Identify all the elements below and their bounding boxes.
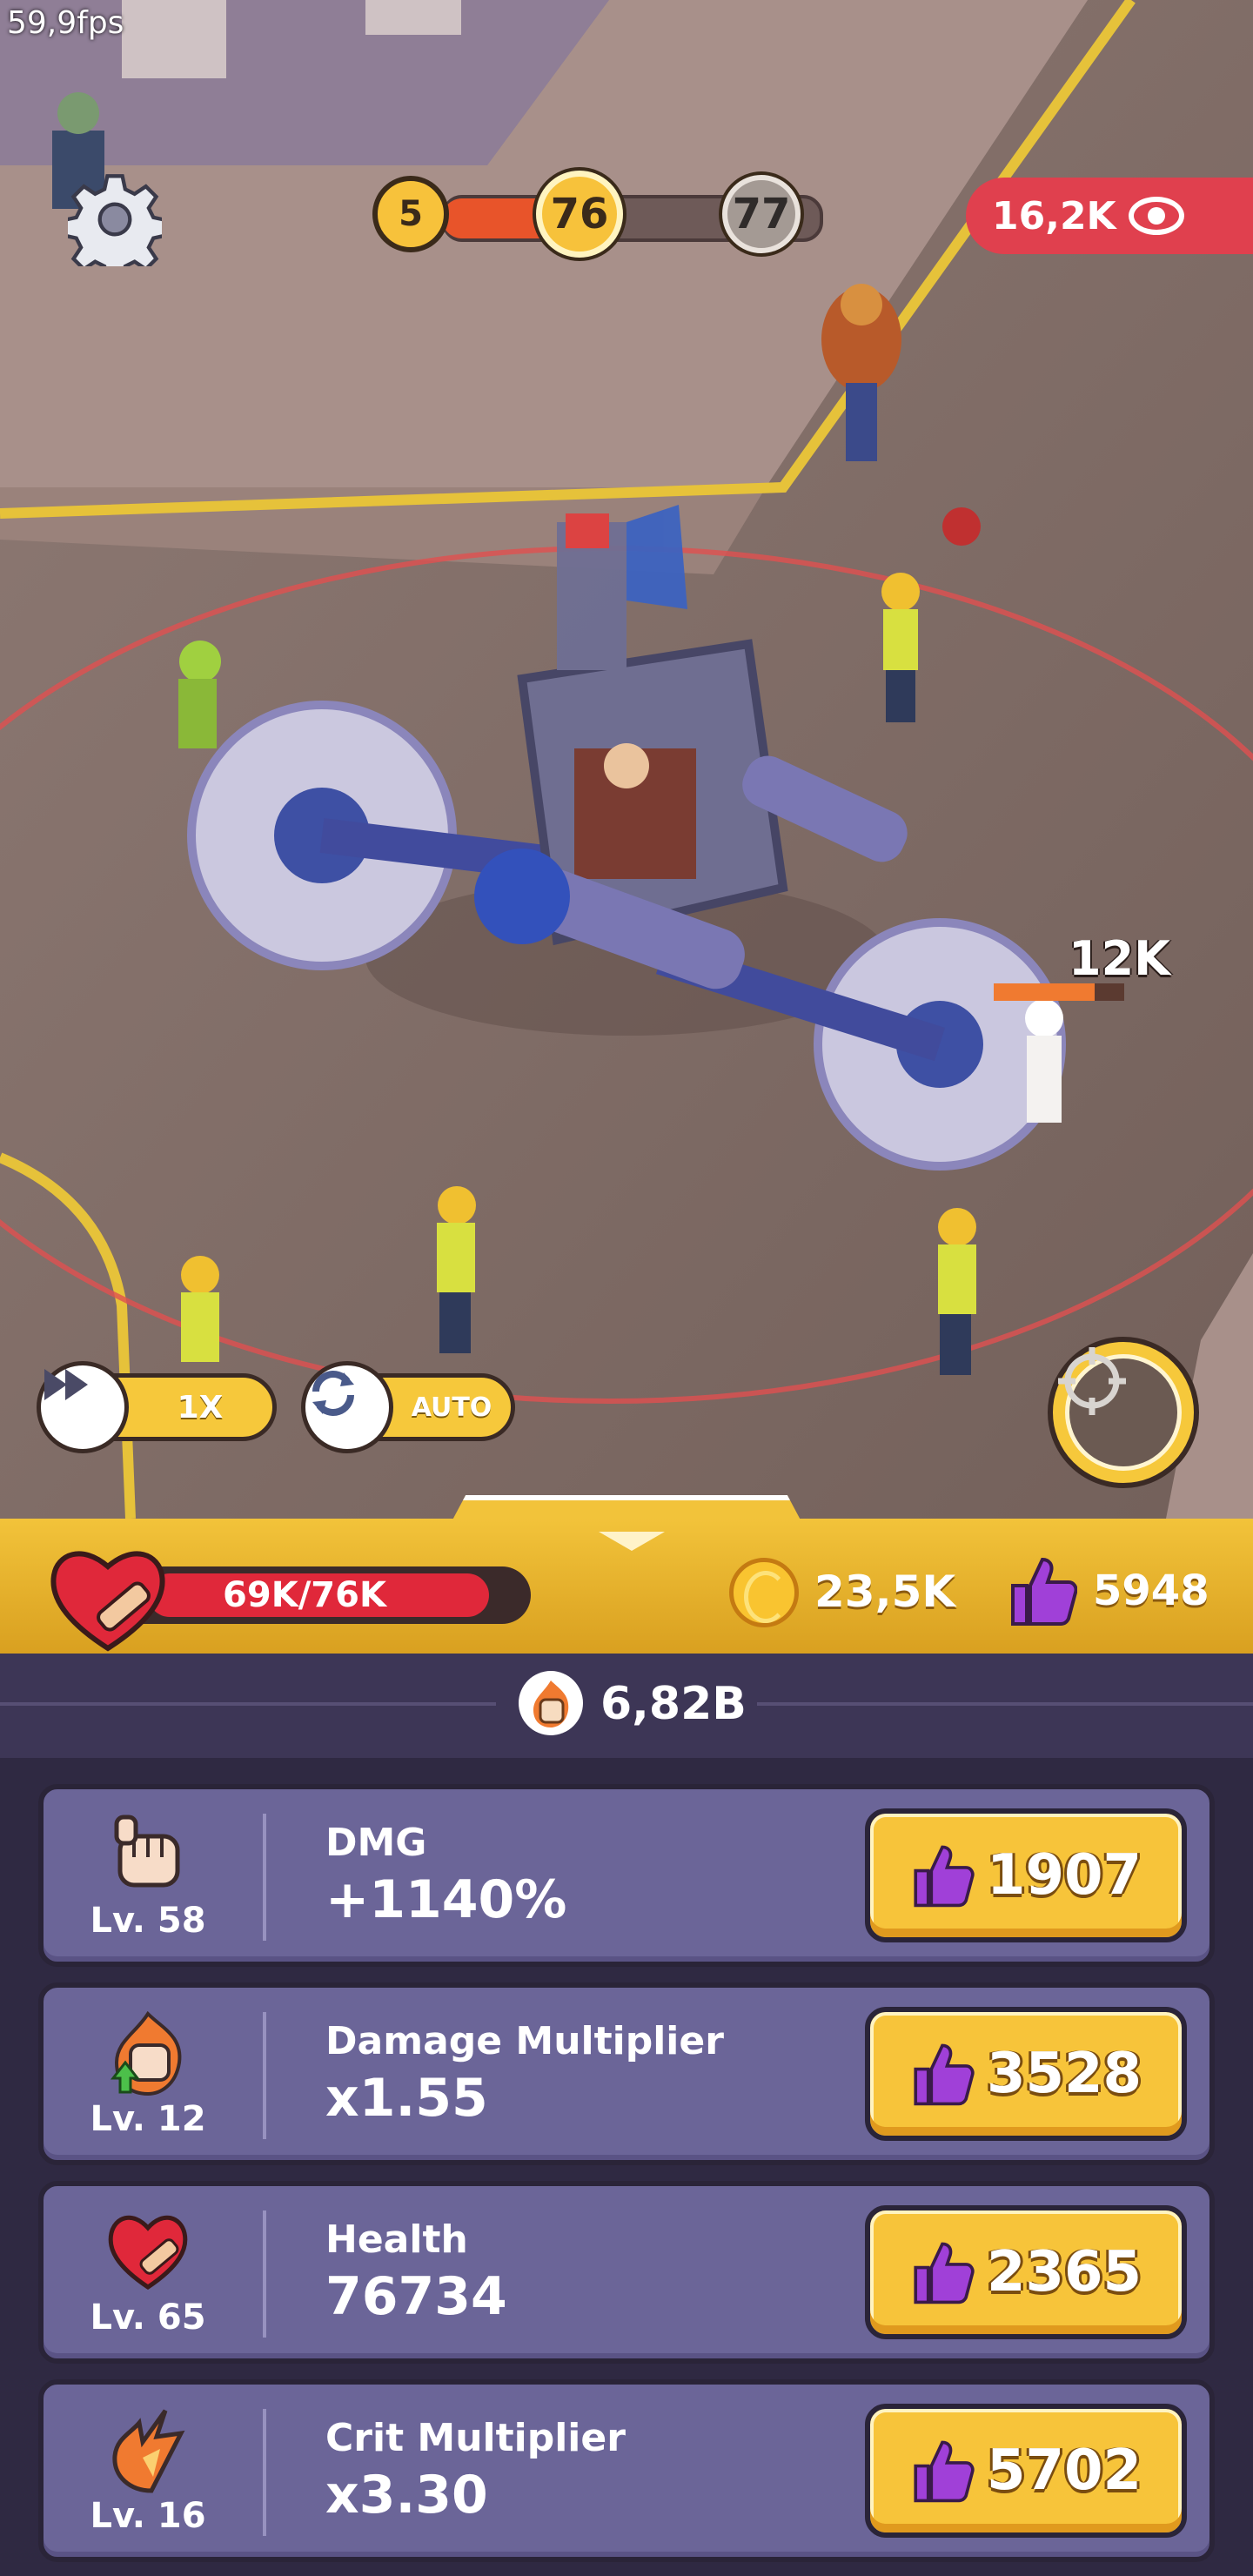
upgrade-damage-multiplier-buy-button[interactable]: 3528 bbox=[865, 2007, 1187, 2141]
refresh-icon bbox=[301, 1361, 393, 1453]
upgrade-value: x3.30 bbox=[325, 2465, 488, 2526]
upgrade-card-dmg: Lv. 58 DMG +1140% 1907 bbox=[38, 1784, 1215, 1967]
upgrade-card-health: Lv. 65 Health 76734 2365 bbox=[38, 2181, 1215, 2364]
viewers-value: 16,2K bbox=[992, 193, 1116, 238]
upgrade-dmg-buy-button[interactable]: 1907 bbox=[865, 1808, 1187, 1942]
fist-fire-icon bbox=[519, 1671, 583, 1735]
upgrade-card-damage-multiplier: Lv. 12 Damage Multiplier x1.55 3528 bbox=[38, 1982, 1215, 2165]
divider bbox=[263, 1814, 266, 1941]
upgrade-health-buy-button[interactable]: 2365 bbox=[865, 2205, 1187, 2339]
upgrade-list: Lv. 58 DMG +1140% 1907 Lv. 12 Damage Mul… bbox=[0, 1758, 1253, 2576]
level-progress: 5 76 77 bbox=[372, 171, 851, 265]
fast-forward-icon bbox=[37, 1361, 129, 1453]
settings-button[interactable] bbox=[68, 172, 162, 266]
enemy-health-fill bbox=[994, 983, 1095, 1001]
speed-toggle[interactable]: 1X bbox=[37, 1361, 277, 1453]
upgrade-level: Lv. 12 bbox=[90, 2099, 206, 2139]
upgrade-name: DMG bbox=[325, 1821, 427, 1865]
upgrade-level: Lv. 58 bbox=[90, 1901, 206, 1941]
thumbs-up-icon bbox=[914, 2242, 975, 2304]
upgrade-level: Lv. 16 bbox=[90, 2496, 206, 2536]
coins-value: 23,5K bbox=[814, 1566, 956, 1617]
thumbs-up-icon bbox=[1011, 1557, 1077, 1626]
fps-counter: 59,9fps bbox=[7, 5, 124, 41]
enemy-health-bar bbox=[994, 983, 1124, 1001]
auto-toggle[interactable]: AUTO bbox=[301, 1361, 515, 1453]
total-power-value: 6,82B bbox=[600, 1678, 747, 1730]
crit-flame-icon bbox=[112, 2409, 185, 2493]
upgrade-name: Damage Multiplier bbox=[325, 2019, 724, 2063]
total-power-row: 6,82B bbox=[0, 1654, 1253, 1763]
upgrade-name: Crit Multiplier bbox=[325, 2416, 626, 2460]
heart-bandage-icon bbox=[50, 1551, 165, 1652]
upgrade-price: 2365 bbox=[986, 2240, 1142, 2304]
level-current-badge: 76 bbox=[536, 171, 623, 258]
divider bbox=[0, 1702, 496, 1706]
upgrade-value: +1140% bbox=[325, 1869, 567, 1930]
crosshair-icon bbox=[1058, 1347, 1182, 1471]
level-next-badge: 77 bbox=[722, 175, 801, 253]
eye-icon bbox=[1128, 197, 1184, 235]
gear-icon bbox=[68, 174, 162, 266]
upgrade-level: Lv. 65 bbox=[90, 2298, 206, 2338]
upgrade-price: 1907 bbox=[986, 1843, 1142, 1908]
player-health-text: 69K/76K bbox=[223, 1575, 386, 1615]
fist-fire-arrow-icon bbox=[110, 2010, 182, 2096]
upgrade-card-crit-multiplier: Lv. 16 Crit Multiplier x3.30 5702 bbox=[38, 2379, 1215, 2562]
divider bbox=[263, 2210, 266, 2338]
divider bbox=[757, 1702, 1253, 1706]
viewers-counter: 16,2K bbox=[966, 178, 1253, 254]
fist-icon bbox=[114, 1815, 180, 1888]
level-previous-badge: 5 bbox=[372, 176, 449, 252]
auto-target-button[interactable] bbox=[1048, 1337, 1199, 1488]
game-scene[interactable]: 59,9fps 5 76 77 16,2K 12K 1X AUTO bbox=[0, 0, 1253, 1519]
upgrade-value: x1.55 bbox=[325, 2068, 488, 2129]
chevron-down-icon[interactable] bbox=[599, 1532, 665, 1551]
thumbs-up-icon bbox=[914, 2043, 975, 2106]
upgrade-value: 76734 bbox=[325, 2266, 507, 2327]
upgrade-price: 3528 bbox=[986, 2042, 1142, 2106]
thumbs-up-icon bbox=[914, 1845, 975, 1908]
divider bbox=[263, 2409, 266, 2536]
heart-bandage-icon bbox=[108, 2215, 188, 2291]
damage-popup: 12K bbox=[1069, 931, 1170, 986]
upgrade-name: Health bbox=[325, 2217, 468, 2262]
coin-icon bbox=[729, 1558, 799, 1627]
upgrade-crit-multiplier-buy-button[interactable]: 5702 bbox=[865, 2404, 1187, 2538]
divider bbox=[263, 2012, 266, 2139]
upgrade-price: 5702 bbox=[986, 2438, 1142, 2503]
thumbs-up-icon bbox=[914, 2440, 975, 2503]
likes-value: 5948 bbox=[1093, 1566, 1209, 1615]
